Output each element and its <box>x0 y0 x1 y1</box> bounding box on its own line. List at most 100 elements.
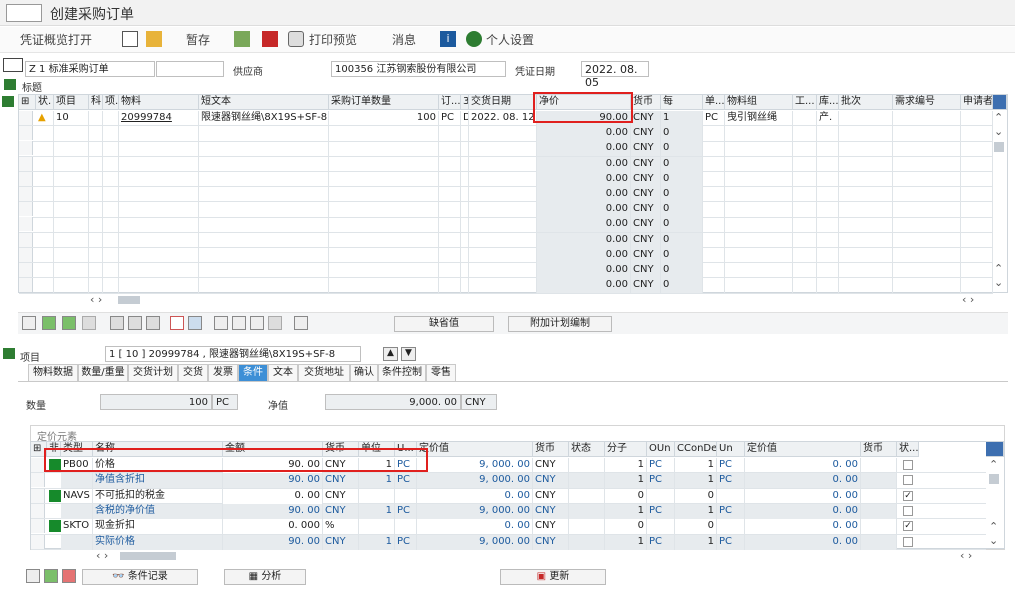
cell-item[interactable] <box>54 202 89 218</box>
pcell-type[interactable]: SKTO <box>61 519 93 535</box>
cell-batch[interactable] <box>839 141 893 157</box>
pcell-value2[interactable]: 0. 00 <box>745 534 861 550</box>
cell-status[interactable] <box>36 247 54 263</box>
cell-plant[interactable] <box>793 278 817 294</box>
cell-per[interactable]: 0 <box>661 278 703 294</box>
cell-reqr[interactable] <box>961 263 993 278</box>
analysis-button[interactable]: ▦ 分析 <box>224 569 306 585</box>
pcol-cconde[interactable]: CConDe <box>675 442 717 457</box>
cell-req[interactable] <box>893 278 961 294</box>
pricing-row[interactable]: 净值含折扣 90. 00 CNY 1 PC 9, 000. 00 CNY 1 PC 1 PC 0. 0… <box>31 473 986 489</box>
cell-mgrp[interactable] <box>725 217 793 233</box>
cell-mgrp[interactable] <box>725 263 793 278</box>
cell-item[interactable] <box>54 217 89 233</box>
pcell-cconde[interactable]: 1 <box>675 534 717 550</box>
scrollbar-thumb[interactable] <box>994 142 1004 152</box>
pcol-currency3[interactable]: 货币 <box>861 442 897 457</box>
cell-text[interactable] <box>199 232 329 248</box>
cell-punit[interactable] <box>703 141 725 157</box>
cell-reqr[interactable] <box>961 156 993 172</box>
cell-cat[interactable] <box>103 187 119 202</box>
pcell-currency[interactable]: CNY <box>323 473 359 489</box>
cell-item[interactable] <box>54 141 89 157</box>
cell-acct[interactable] <box>89 217 103 233</box>
cell-qty[interactable] <box>329 217 439 233</box>
prev-item-icon[interactable]: ▲ <box>383 347 398 361</box>
cell-price[interactable]: 0.00 <box>537 187 631 202</box>
cell-stor[interactable] <box>817 156 839 172</box>
pcell-status[interactable] <box>569 473 605 489</box>
cell-status[interactable] <box>36 187 54 202</box>
cell-cur[interactable]: CNY <box>631 278 661 294</box>
pcell-cur2[interactable]: CNY <box>533 473 569 489</box>
pcell-name[interactable]: 净值含折扣 <box>93 473 223 489</box>
cell-ounit[interactable] <box>439 247 461 263</box>
cell-text[interactable] <box>199 217 329 233</box>
col-delivery-date[interactable]: 交货日期 <box>469 95 537 110</box>
pcell-cond_value[interactable]: 9, 000. 00 <box>417 534 533 550</box>
pricing-hscroll-thumb[interactable] <box>120 552 176 560</box>
cell-cat[interactable] <box>103 232 119 248</box>
cell-req[interactable] <box>893 126 961 142</box>
pricing-delete-icon[interactable] <box>62 569 76 583</box>
pcell-currency[interactable]: CNY <box>323 503 359 519</box>
cell-ounit[interactable] <box>439 263 461 278</box>
check-icon[interactable] <box>234 31 250 47</box>
pcell-per[interactable]: 1 <box>359 503 395 519</box>
cell-ounit[interactable] <box>439 278 461 294</box>
pcell-cond_value[interactable]: 0. 00 <box>417 488 533 504</box>
cell-status[interactable] <box>36 202 54 218</box>
cell-item[interactable] <box>54 247 89 263</box>
status-checkbox[interactable] <box>903 460 913 470</box>
cell-ounit[interactable] <box>439 141 461 157</box>
cell-qty[interactable] <box>329 278 439 294</box>
cell-acct[interactable] <box>89 232 103 248</box>
error-icon[interactable] <box>262 31 278 47</box>
status-checkbox[interactable] <box>903 505 913 516</box>
pcell-type[interactable] <box>61 534 93 550</box>
pcell-type[interactable] <box>61 503 93 519</box>
cell-text[interactable] <box>199 126 329 142</box>
cell-per[interactable]: 0 <box>661 202 703 218</box>
col-status[interactable]: 状. <box>36 95 54 110</box>
cell-status[interactable] <box>36 156 54 172</box>
cell-per[interactable]: 0 <box>661 141 703 157</box>
pcell-oun[interactable]: PC <box>647 473 675 489</box>
item-row[interactable]: 0.00 CNY 0 <box>19 141 993 157</box>
cell-cat[interactable] <box>103 217 119 233</box>
pcell-cconde[interactable]: 0 <box>675 519 717 535</box>
row-selector[interactable] <box>19 126 33 141</box>
cell-stor[interactable]: 产. <box>817 111 839 126</box>
supplier-field[interactable]: 100356 江苏钢索股份有限公司 <box>331 61 506 77</box>
cell-reqr[interactable] <box>961 141 993 157</box>
pcell-cond_value[interactable]: 9, 000. 00 <box>417 503 533 519</box>
pcell-cur3[interactable] <box>861 458 897 473</box>
cell-punit[interactable]: PC <box>703 111 725 126</box>
cell-date[interactable] <box>469 156 537 172</box>
tab-3[interactable]: 交货 <box>178 364 208 381</box>
cell-acct[interactable] <box>89 111 103 126</box>
pcell-un[interactable] <box>717 488 745 504</box>
cell-mgrp[interactable] <box>725 126 793 142</box>
col-date-cat[interactable]: 3 <box>461 95 469 110</box>
pricing-row-selector[interactable] <box>31 503 45 518</box>
cell-acct[interactable] <box>89 263 103 278</box>
status-checkbox[interactable]: ✓ <box>903 521 913 532</box>
pcell-amount[interactable]: 0. 000 <box>223 519 323 535</box>
cell-reqr[interactable] <box>961 217 993 233</box>
cell-mat[interactable] <box>119 126 199 142</box>
cell-per[interactable]: 0 <box>661 187 703 202</box>
pricing-row[interactable]: 含税的净价值 90. 00 CNY 1 PC 9, 000. 00 CNY 1 PC 1 PC 0. … <box>31 503 986 520</box>
cell-cur[interactable]: CNY <box>631 126 661 142</box>
expand-items-icon[interactable] <box>2 96 14 107</box>
cell-acct[interactable] <box>89 156 103 172</box>
cell-batch[interactable] <box>839 217 893 233</box>
cell-punit[interactable] <box>703 187 725 202</box>
cell-req[interactable] <box>893 171 961 187</box>
cell-batch[interactable] <box>839 202 893 218</box>
pcell-unit[interactable] <box>395 488 417 504</box>
cell-text[interactable] <box>199 202 329 218</box>
cell-plant[interactable] <box>793 202 817 218</box>
cell-status[interactable] <box>36 171 54 187</box>
cell-cur[interactable]: CNY <box>631 141 661 157</box>
